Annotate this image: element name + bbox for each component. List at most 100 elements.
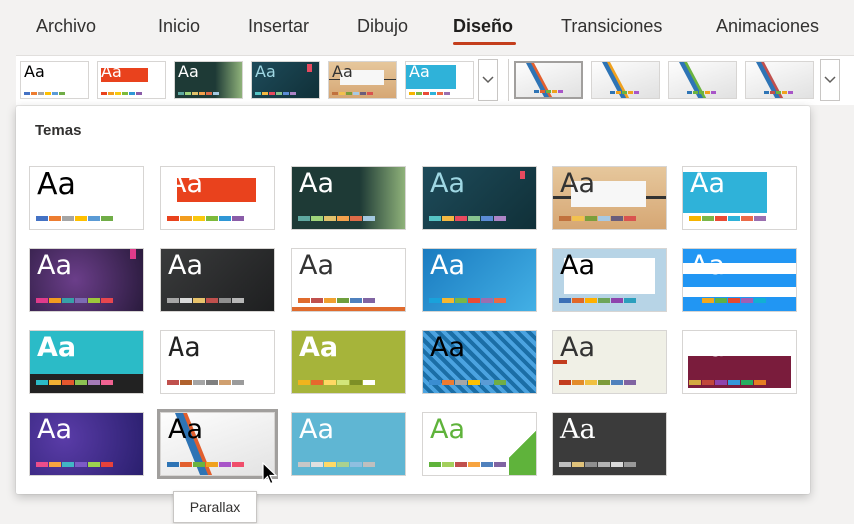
theme-sample-text: Aa bbox=[430, 168, 466, 199]
theme-sample-text: Aa bbox=[255, 62, 276, 81]
color-swatch bbox=[339, 92, 345, 95]
color-swatch bbox=[298, 462, 310, 467]
color-swatch bbox=[324, 380, 336, 385]
theme-thumbnail[interactable]: Aa bbox=[291, 166, 406, 230]
color-swatch bbox=[232, 216, 244, 221]
theme-thumbnail[interactable]: Aa bbox=[291, 330, 406, 394]
color-swatch bbox=[689, 216, 701, 221]
color-swatch bbox=[101, 462, 113, 467]
color-swatch bbox=[167, 462, 179, 467]
color-swatch bbox=[350, 462, 362, 467]
theme-thumbnail[interactable]: Aa bbox=[328, 61, 397, 99]
theme-thumbnail[interactable]: Aa bbox=[422, 248, 537, 312]
themes-expand-button[interactable] bbox=[478, 59, 498, 101]
variant-thumbnail[interactable] bbox=[591, 61, 660, 99]
theme-thumbnail[interactable]: Aa bbox=[422, 412, 537, 476]
tab-insertar[interactable]: Insertar bbox=[248, 16, 309, 37]
theme-sample-text: Aa bbox=[690, 332, 726, 363]
theme-thumbnail[interactable]: Aa bbox=[20, 61, 89, 99]
color-swatch bbox=[337, 380, 349, 385]
color-swatch bbox=[764, 91, 769, 94]
color-swatch bbox=[741, 216, 753, 221]
theme-thumbnail[interactable]: Aa bbox=[29, 330, 144, 394]
theme-sample-text: Aa bbox=[560, 414, 596, 445]
color-swatch bbox=[101, 298, 113, 303]
theme-thumbnail[interactable]: Aa bbox=[552, 248, 667, 312]
theme-sample-text: Aa bbox=[37, 414, 73, 445]
color-swatch bbox=[75, 462, 87, 467]
theme-thumbnail[interactable]: Aa bbox=[291, 248, 406, 312]
tab-diseno[interactable]: Diseño bbox=[453, 16, 513, 37]
color-swatch bbox=[634, 91, 639, 94]
theme-thumbnail[interactable]: Aa bbox=[552, 166, 667, 230]
theme-color-swatches bbox=[167, 462, 245, 467]
theme-thumbnail[interactable]: Aa bbox=[160, 248, 275, 312]
theme-thumbnail[interactable]: Aa bbox=[174, 61, 243, 99]
color-swatch bbox=[442, 298, 454, 303]
variant-thumbnail[interactable] bbox=[668, 61, 737, 99]
theme-thumbnail[interactable]: Aa bbox=[251, 61, 320, 99]
color-swatch bbox=[75, 380, 87, 385]
theme-thumbnail[interactable]: Aa bbox=[160, 166, 275, 230]
ribbon-design-strip: Aa Aa Aa Aa Aa Aa bbox=[16, 55, 854, 105]
theme-thumbnail[interactable]: Aa bbox=[682, 248, 797, 312]
chevron-down-icon bbox=[824, 76, 836, 84]
tab-transiciones[interactable]: Transiciones bbox=[561, 16, 662, 37]
color-swatch bbox=[585, 216, 597, 221]
color-swatch bbox=[741, 298, 753, 303]
color-swatch bbox=[36, 380, 48, 385]
color-swatch bbox=[36, 462, 48, 467]
theme-thumbnail[interactable]: Aa bbox=[291, 412, 406, 476]
theme-color-swatches bbox=[689, 380, 767, 385]
theme-thumbnail[interactable]: Aa bbox=[97, 61, 166, 99]
theme-thumbnail[interactable]: Aa bbox=[157, 409, 278, 479]
tab-animaciones[interactable]: Animaciones bbox=[716, 16, 819, 37]
theme-sample-text: Aa bbox=[299, 168, 335, 199]
color-swatch bbox=[770, 91, 775, 94]
color-swatch bbox=[276, 92, 282, 95]
theme-thumbnail[interactable]: Aa bbox=[552, 330, 667, 394]
color-swatch bbox=[363, 380, 375, 385]
theme-color-swatches bbox=[610, 91, 640, 94]
color-swatch bbox=[687, 91, 692, 94]
strip-divider bbox=[508, 59, 509, 101]
color-swatch bbox=[455, 216, 467, 221]
theme-thumbnail[interactable]: Aa bbox=[29, 412, 144, 476]
color-swatch bbox=[702, 380, 714, 385]
theme-thumbnail[interactable]: Aa bbox=[682, 166, 797, 230]
theme-thumbnail[interactable]: Aa bbox=[29, 166, 144, 230]
color-swatch bbox=[24, 92, 30, 95]
color-swatch bbox=[115, 92, 121, 95]
color-swatch bbox=[776, 91, 781, 94]
theme-color-swatches bbox=[689, 298, 767, 303]
color-swatch bbox=[572, 216, 584, 221]
color-swatch bbox=[616, 91, 621, 94]
theme-thumbnail[interactable]: Aa bbox=[422, 330, 537, 394]
color-swatch bbox=[332, 92, 338, 95]
color-swatch bbox=[193, 298, 205, 303]
variants-expand-button[interactable] bbox=[820, 59, 840, 101]
color-swatch bbox=[49, 298, 61, 303]
tab-inicio[interactable]: Inicio bbox=[158, 16, 200, 37]
color-swatch bbox=[88, 380, 100, 385]
color-swatch bbox=[45, 92, 51, 95]
theme-thumbnail[interactable]: Aa bbox=[552, 412, 667, 476]
theme-thumbnail[interactable]: Aa bbox=[405, 61, 474, 99]
theme-thumbnail[interactable]: Aa bbox=[682, 330, 797, 394]
theme-thumbnail[interactable]: Aa bbox=[422, 166, 537, 230]
theme-thumbnail[interactable]: Aa bbox=[160, 330, 275, 394]
variant-thumbnail[interactable] bbox=[745, 61, 814, 99]
ribbon-tabs: Archivo Inicio Insertar Dibujo Diseño Tr… bbox=[0, 0, 854, 46]
theme-thumbnail[interactable]: Aa bbox=[29, 248, 144, 312]
color-swatch bbox=[219, 380, 231, 385]
tab-archivo[interactable]: Archivo bbox=[36, 16, 96, 37]
variant-thumbnail[interactable] bbox=[514, 61, 583, 99]
color-swatch bbox=[122, 92, 128, 95]
color-swatch bbox=[193, 216, 205, 221]
color-swatch bbox=[337, 216, 349, 221]
color-swatch bbox=[442, 216, 454, 221]
color-swatch bbox=[598, 380, 610, 385]
color-swatch bbox=[213, 92, 219, 95]
color-swatch bbox=[38, 92, 44, 95]
tab-dibujo[interactable]: Dibujo bbox=[357, 16, 408, 37]
